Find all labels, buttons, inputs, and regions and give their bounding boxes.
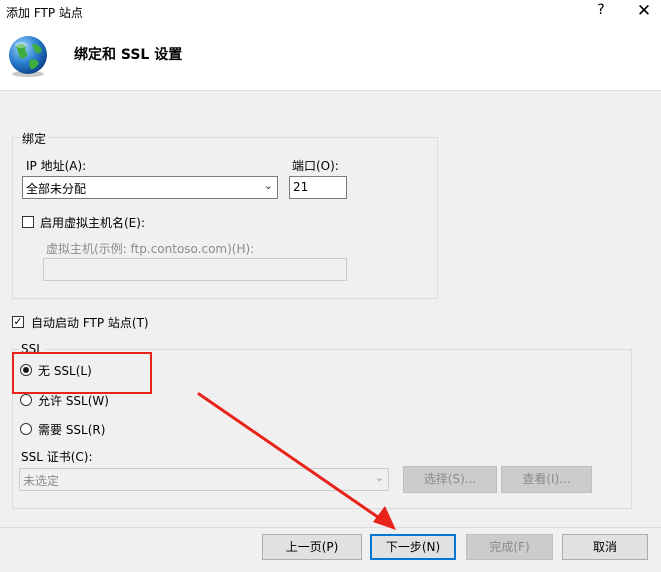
annotation-arrow xyxy=(197,392,396,530)
